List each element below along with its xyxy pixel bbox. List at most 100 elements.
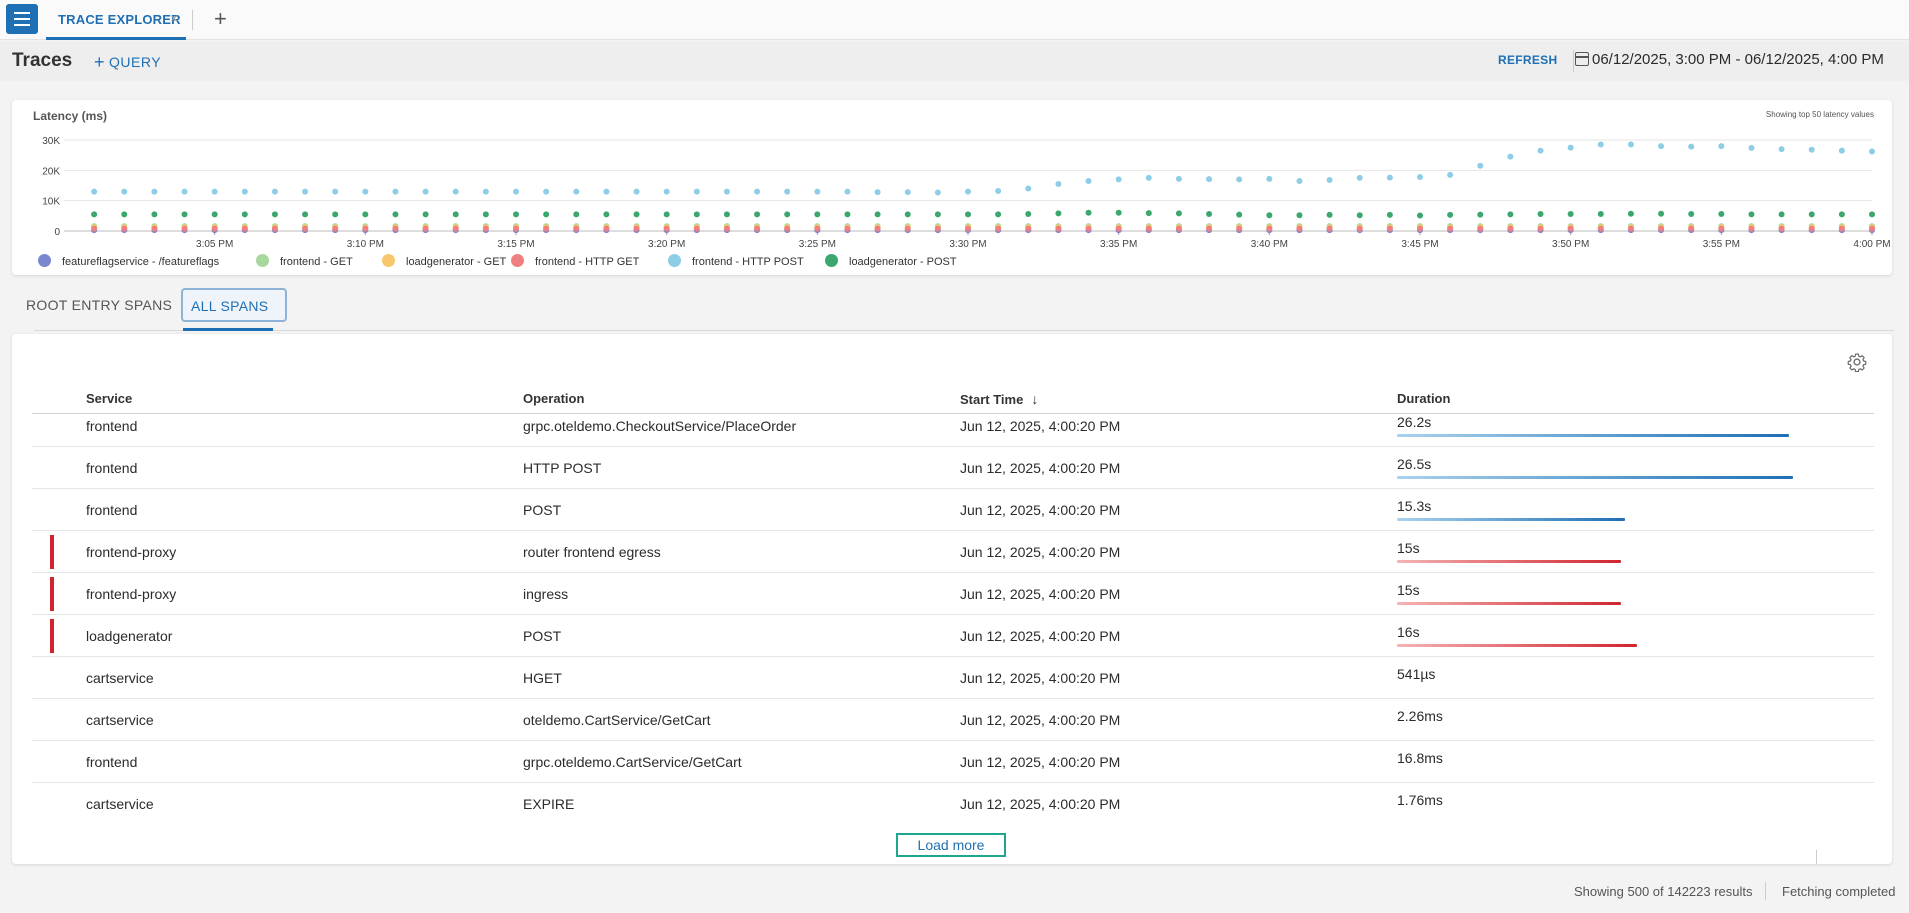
- legend-item[interactable]: frontend - GET: [256, 254, 353, 268]
- table-row[interactable]: frontend grpc.oteldemo.CheckoutService/Pl…: [32, 415, 1874, 447]
- data-point: [633, 211, 640, 218]
- legend-swatch: [511, 254, 524, 267]
- error-indicator: [50, 535, 54, 569]
- data-point: [1627, 210, 1634, 217]
- data-point: [1296, 177, 1303, 184]
- data-point: [422, 188, 429, 195]
- cell-service: frontend-proxy: [86, 544, 177, 560]
- data-point: [603, 225, 610, 232]
- legend-item[interactable]: frontend - HTTP GET: [511, 254, 639, 268]
- table-row[interactable]: loadgenerator POST Jun 12, 2025, 4:00:20 P…: [32, 615, 1874, 657]
- legend-label: loadgenerator - GET: [406, 256, 507, 268]
- data-point: [1507, 153, 1514, 160]
- spans-table-card: Service Operation Start Time ↓ Duration f…: [12, 334, 1892, 864]
- column-header-operation[interactable]: Operation: [523, 391, 584, 406]
- cell-operation: POST: [523, 502, 562, 518]
- cell-start-time: Jun 12, 2025, 4:00:20 PM: [960, 502, 1121, 518]
- table-row[interactable]: cartservice EXPIRE Jun 12, 2025, 4:00:20 P…: [32, 783, 1874, 823]
- legend-item[interactable]: featureflagservice - /featureflags: [38, 254, 219, 268]
- data-point: [91, 225, 98, 232]
- table-row[interactable]: frontend HTTP POST Jun 12, 2025, 4:00:20 P…: [32, 447, 1874, 489]
- data-point: [1175, 225, 1182, 232]
- data-point: [1869, 225, 1875, 232]
- data-point: [874, 189, 881, 196]
- column-header-start-time[interactable]: Start Time ↓: [960, 391, 1038, 407]
- data-point: [1236, 176, 1243, 183]
- data-point: [121, 188, 128, 195]
- data-point: [1417, 225, 1423, 232]
- data-point: [633, 188, 640, 195]
- table-header: Service Operation Start Time ↓ Duration: [32, 384, 1874, 414]
- column-header-duration[interactable]: Duration: [1397, 391, 1450, 406]
- cell-service: cartservice: [86, 712, 154, 728]
- cell-service: frontend-proxy: [86, 586, 177, 602]
- tab-trace-explorer[interactable]: TRACE EXPLORER ×: [46, 0, 186, 40]
- cell-start-time: Jun 12, 2025, 4:00:20 PM: [960, 544, 1121, 560]
- data-point: [934, 189, 941, 196]
- y-tick-label: 30K: [42, 136, 60, 147]
- data-point: [1869, 148, 1875, 155]
- latency-scatter-chart[interactable]: 0 10K 20K 30K 3:05 PM 3:10 PM 3:15 PM 3:20 PM 3:…: [12, 100, 1892, 250]
- cell-start-time: Jun 12, 2025, 4:00:20 PM: [960, 418, 1121, 434]
- data-point: [1597, 225, 1604, 232]
- table-row[interactable]: frontend grpc.oteldemo.CartService/GetCar…: [32, 741, 1874, 783]
- table-row[interactable]: cartservice oteldemo.CartService/GetCart J…: [32, 699, 1874, 741]
- data-point: [211, 211, 218, 218]
- cell-start-time: Jun 12, 2025, 4:00:20 PM: [960, 712, 1121, 728]
- gear-icon[interactable]: [1847, 352, 1867, 372]
- data-point: [965, 188, 971, 195]
- add-tab-icon[interactable]: +: [214, 6, 227, 32]
- data-point: [1326, 225, 1333, 232]
- data-point: [332, 211, 339, 218]
- date-range-picker[interactable]: 06/12/2025, 3:00 PM - 06/12/2025, 4:00 P…: [1575, 51, 1884, 68]
- legend-label: frontend - GET: [280, 256, 353, 268]
- legend-label: frontend - HTTP POST: [692, 256, 804, 268]
- cell-operation: ingress: [523, 586, 569, 602]
- load-more-button[interactable]: Load more: [896, 833, 1006, 857]
- data-point: [1145, 210, 1152, 217]
- tab-all-spans[interactable]: ALL SPANS: [181, 288, 287, 322]
- legend-item[interactable]: loadgenerator - GET: [382, 254, 506, 268]
- data-point: [1447, 211, 1454, 218]
- resize-handle[interactable]: [1816, 850, 1817, 864]
- data-point: [1296, 212, 1303, 219]
- tab-divider: [192, 10, 193, 30]
- sort-descending-icon[interactable]: ↓: [1031, 391, 1038, 407]
- data-point: [1356, 225, 1363, 232]
- data-point: [1778, 211, 1785, 218]
- column-header-service[interactable]: Service: [86, 391, 132, 406]
- tab-label: TRACE EXPLORER: [58, 12, 181, 27]
- cell-duration: 15s: [1397, 582, 1420, 598]
- cell-service: frontend: [86, 460, 138, 476]
- legend-item[interactable]: frontend - HTTP POST: [668, 254, 804, 268]
- add-query-button[interactable]: + QUERY: [94, 51, 161, 72]
- table-row[interactable]: frontend POST Jun 12, 2025, 4:00:20 PM 15.3…: [32, 489, 1874, 531]
- duration-bar: [1397, 434, 1789, 437]
- table-row[interactable]: frontend-proxy ingress Jun 12, 2025, 4:00:…: [32, 573, 1874, 615]
- data-point: [211, 188, 218, 195]
- data-point: [1658, 210, 1665, 217]
- data-point: [1808, 211, 1815, 218]
- data-point: [151, 211, 158, 218]
- cell-operation: grpc.oteldemo.CartService/GetCart: [523, 754, 742, 770]
- legend-item[interactable]: loadgenerator - POST: [825, 254, 957, 268]
- data-point: [392, 211, 399, 218]
- data-point: [1175, 175, 1182, 182]
- table-row[interactable]: cartservice HGET Jun 12, 2025, 4:00:20 PM 5…: [32, 657, 1874, 699]
- data-point: [1718, 211, 1725, 218]
- close-icon[interactable]: ×: [170, 10, 178, 26]
- duration-bar: [1397, 602, 1621, 605]
- refresh-button[interactable]: REFRESH: [1498, 53, 1557, 67]
- data-point: [1477, 162, 1484, 169]
- data-point: [965, 211, 971, 218]
- hamburger-menu-button[interactable]: [6, 4, 38, 34]
- table-row[interactable]: frontend-proxy router frontend egress Jun …: [32, 531, 1874, 573]
- data-point: [543, 188, 550, 195]
- data-point: [1748, 144, 1755, 151]
- legend-swatch: [382, 254, 395, 267]
- data-point: [543, 225, 550, 232]
- tab-root-entry-spans[interactable]: ROOT ENTRY SPANS: [26, 297, 172, 313]
- x-tick-label: 3:45 PM: [1401, 239, 1438, 250]
- latency-chart-card: Latency (ms) Showing top 50 latency valu…: [12, 100, 1892, 275]
- data-point: [121, 211, 128, 218]
